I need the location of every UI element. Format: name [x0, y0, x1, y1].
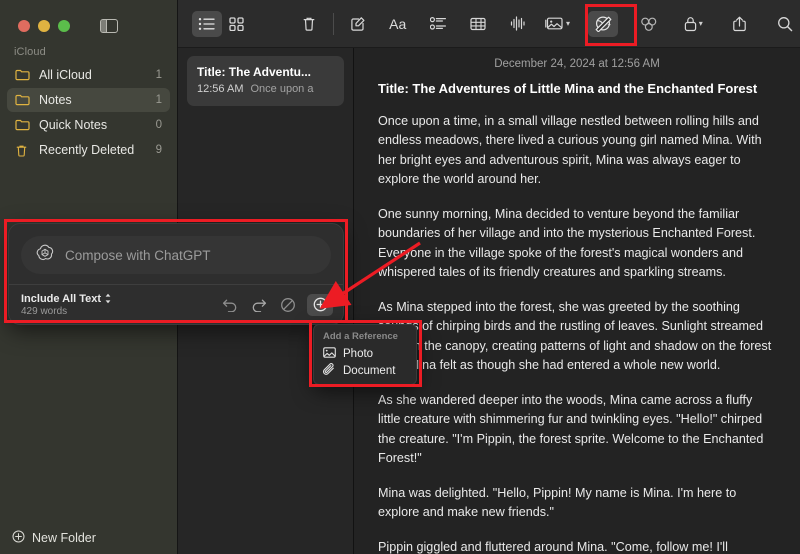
audio-waveform-icon[interactable] [503, 11, 533, 37]
add-a-reference-menu: Add a Reference Photo Document [313, 324, 417, 385]
menu-item-photo[interactable]: Photo [314, 345, 416, 362]
new-folder-button[interactable]: New Folder [0, 522, 177, 554]
note-item-snippet: Once upon a [250, 83, 314, 95]
photo-icon [323, 346, 336, 361]
notes-app-window: iCloud All iCloud 1 Notes 1 Quick Notes … [0, 0, 800, 554]
chevron-down-icon: ▾ [698, 19, 703, 28]
include-all-text-dropdown[interactable]: Include All Text [21, 293, 212, 305]
add-reference-icon[interactable] [307, 293, 333, 316]
media-icon[interactable]: ▾ [542, 11, 572, 37]
sidebar-item-label: Quick Notes [39, 118, 108, 132]
undo-icon[interactable] [220, 295, 240, 315]
sidebar-item-all-icloud[interactable]: All iCloud 1 [7, 63, 170, 87]
note-paragraph: Once upon a time, in a small village nes… [378, 113, 762, 187]
folder-icon [15, 94, 32, 106]
folder-icon [15, 69, 32, 81]
sidebar-item-label: All iCloud [39, 68, 92, 82]
compose-input-field[interactable]: Compose with ChatGPT [21, 236, 331, 274]
sidebar-item-count: 1 [155, 69, 162, 81]
word-count-label: 429 words [21, 305, 68, 317]
compose-toolbar: Include All Text 429 words [9, 284, 343, 324]
table-icon[interactable] [463, 11, 493, 37]
checklist-icon[interactable] [423, 11, 453, 37]
note-date: December 24, 2024 at 12:56 AM [494, 58, 660, 70]
note-item-time: 12:56 AM [197, 83, 244, 95]
folder-icon [15, 119, 32, 131]
sidebar-item-quick-notes[interactable]: Quick Notes 0 [7, 113, 170, 137]
toolbar-divider [332, 12, 334, 35]
sidebar-section-label: iCloud [14, 46, 46, 58]
plus-circle-icon [12, 530, 25, 546]
document-icon [323, 362, 336, 379]
gallery-view-icon[interactable] [222, 11, 252, 37]
sidebar-item-notes[interactable]: Notes 1 [7, 88, 170, 112]
format-text-icon[interactable]: Aa [383, 11, 413, 37]
sidebar-item-label: Notes [39, 93, 72, 107]
menu-title: Add a Reference [323, 331, 398, 342]
chatgpt-logo-icon [35, 243, 55, 268]
compose-placeholder: Compose with ChatGPT [65, 247, 211, 263]
list-view-icon[interactable] [191, 10, 222, 37]
updown-chevron-icon [105, 293, 111, 304]
format-text-label: Aa [389, 15, 407, 32]
stop-icon[interactable] [278, 295, 298, 315]
note-paragraph: Pippin giggled and fluttered around Mina… [378, 539, 728, 554]
sidebar-item-count: 1 [155, 94, 162, 106]
note-item-title: Title: The Adventu... [197, 65, 312, 79]
note-paragraph: Mina was delighted. "Hello, Pippin! My n… [378, 485, 737, 520]
redo-icon[interactable] [249, 295, 269, 315]
share-icon[interactable] [724, 11, 754, 37]
sidebar-item-count: 0 [155, 119, 162, 131]
search-icon[interactable] [770, 11, 800, 37]
chevron-down-icon: ▾ [565, 19, 570, 28]
sidebar-item-recently-deleted[interactable]: Recently Deleted 9 [7, 138, 170, 162]
sidebar-toggle-icon[interactable] [100, 19, 118, 33]
note-paragraph: One sunny morning, Mina decided to ventu… [378, 206, 756, 280]
minimize-button[interactable] [38, 20, 50, 32]
link-icon[interactable] [634, 11, 664, 37]
close-button[interactable] [18, 20, 30, 32]
main-toolbar: Aa ▾ ▾ [178, 0, 800, 48]
note-title: Title: The Adventures of Little Mina and… [378, 81, 758, 96]
menu-item-document[interactable]: Document [314, 362, 416, 379]
menu-item-label: Document [343, 364, 396, 377]
compose-with-chatgpt-panel: Compose with ChatGPT Include All Text 42… [8, 223, 344, 325]
note-editor: December 24, 2024 at 12:56 AM Title: The… [354, 0, 800, 554]
new-folder-label: New Folder [32, 531, 96, 545]
sidebar-item-count: 9 [155, 144, 162, 156]
note-paragraph: As Mina stepped into the forest, she was… [378, 299, 772, 373]
sidebar-item-label: Recently Deleted [39, 143, 135, 157]
lock-icon[interactable]: ▾ [678, 11, 708, 37]
zoom-button[interactable] [58, 20, 70, 32]
note-body[interactable]: Title: The Adventures of Little Mina and… [354, 80, 800, 554]
list-item[interactable]: Title: The Adventu... 12:56 AM Once upon… [187, 56, 344, 106]
include-all-text-label: Include All Text [21, 292, 102, 305]
writing-tools-icon[interactable] [588, 10, 619, 37]
menu-item-label: Photo [343, 347, 374, 360]
delete-icon[interactable] [294, 11, 324, 37]
note-paragraph: As she wandered deeper into the woods, M… [378, 392, 764, 466]
compose-note-icon[interactable] [343, 11, 373, 37]
trash-icon [15, 144, 32, 157]
window-controls [0, 0, 177, 38]
